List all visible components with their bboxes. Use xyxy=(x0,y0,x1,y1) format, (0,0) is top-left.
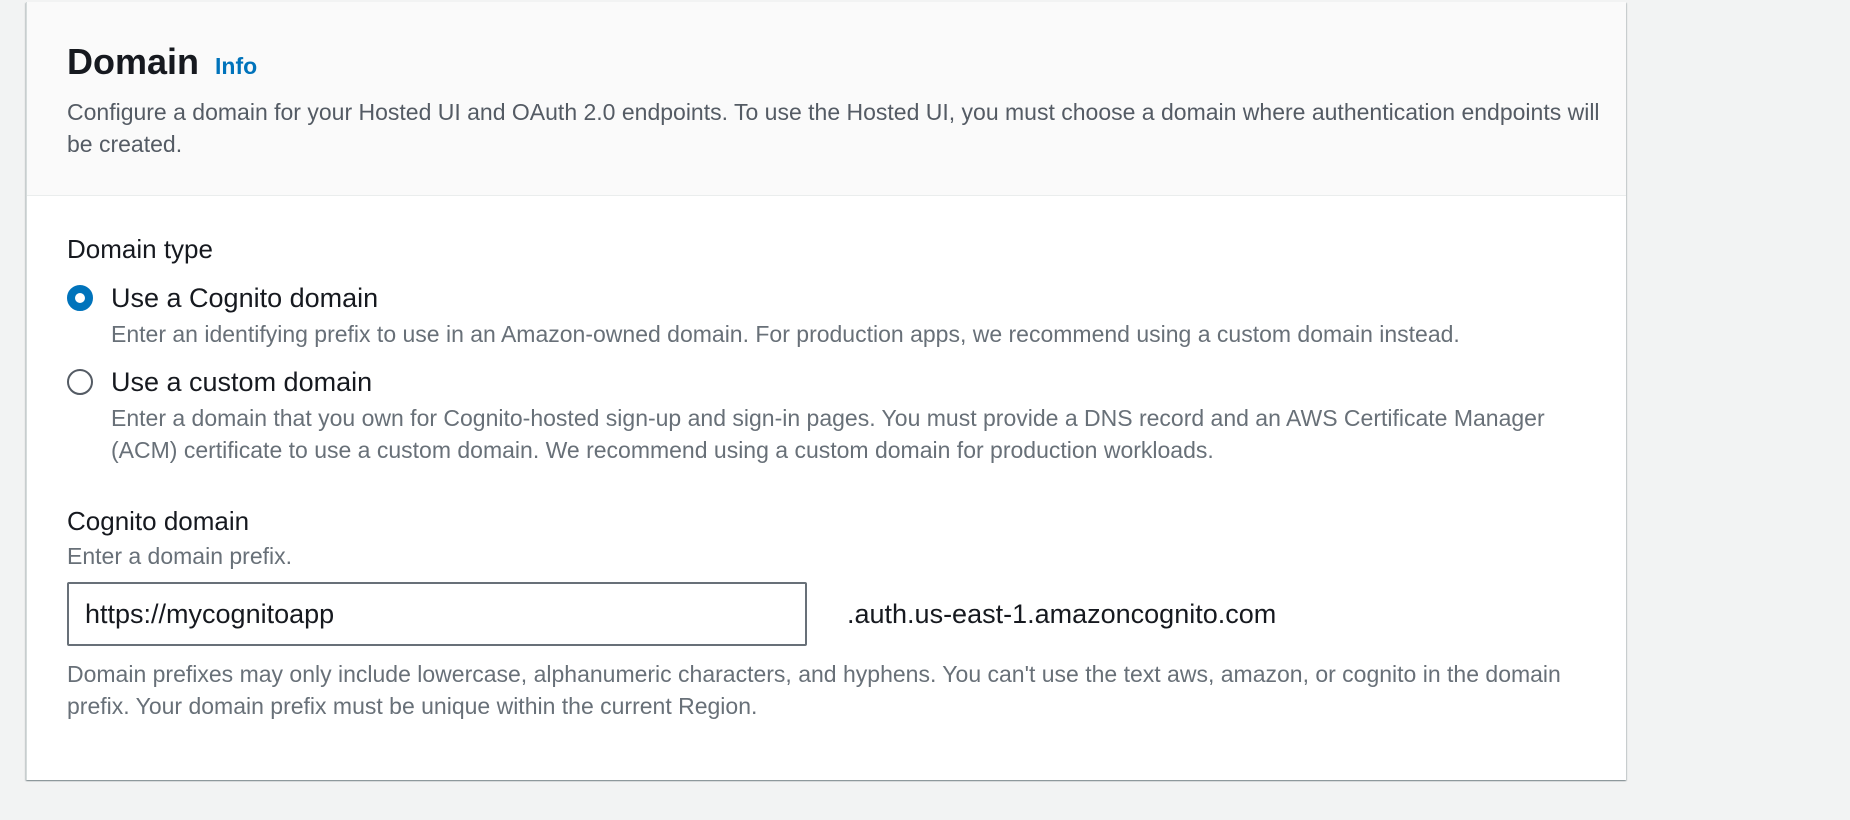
radio-label-custom-domain[interactable]: Use a custom domain xyxy=(111,364,1591,400)
info-link[interactable]: Info xyxy=(215,53,257,80)
domain-prefix-input[interactable] xyxy=(67,582,807,646)
radio-option-custom-domain[interactable]: Use a custom domain Enter a domain that … xyxy=(67,364,1586,466)
page-title: Domain xyxy=(67,41,200,82)
radio-option-cognito-domain[interactable]: Use a Cognito domain Enter an identifyin… xyxy=(67,280,1586,350)
radio-button-custom-domain[interactable] xyxy=(67,369,93,395)
cognito-domain-field: Cognito domain Enter a domain prefix. .a… xyxy=(67,504,1586,722)
domain-suffix: .auth.us-east-1.amazoncognito.com xyxy=(847,598,1277,629)
radio-button-cognito-domain[interactable] xyxy=(67,285,93,311)
title-row: Domain Info xyxy=(67,40,1586,84)
cognito-domain-label: Cognito domain xyxy=(67,506,250,536)
domain-input-row: .auth.us-east-1.amazoncognito.com xyxy=(67,582,1586,646)
header-description: Configure a domain for your Hosted UI an… xyxy=(67,99,1600,157)
cognito-domain-hint: Enter a domain prefix. xyxy=(67,543,293,569)
radio-text-cognito-domain: Use a Cognito domain Enter an identifyin… xyxy=(111,280,1591,350)
domain-type-label: Domain type xyxy=(67,234,213,264)
radio-description-cognito-domain: Enter an identifying prefix to use in an… xyxy=(111,321,1460,347)
container-header: Domain Info Configure a domain for your … xyxy=(27,2,1626,196)
radio-description-custom-domain: Enter a domain that you own for Cognito-… xyxy=(111,405,1545,463)
domain-container: Domain Info Configure a domain for your … xyxy=(26,2,1626,780)
container-body: Domain type Use a Cognito domain Enter a… xyxy=(27,196,1626,722)
radio-text-custom-domain: Use a custom domain Enter a domain that … xyxy=(111,364,1591,466)
radio-label-cognito-domain[interactable]: Use a Cognito domain xyxy=(111,280,1591,316)
domain-constraint-text: Domain prefixes may only include lowerca… xyxy=(67,661,1561,719)
